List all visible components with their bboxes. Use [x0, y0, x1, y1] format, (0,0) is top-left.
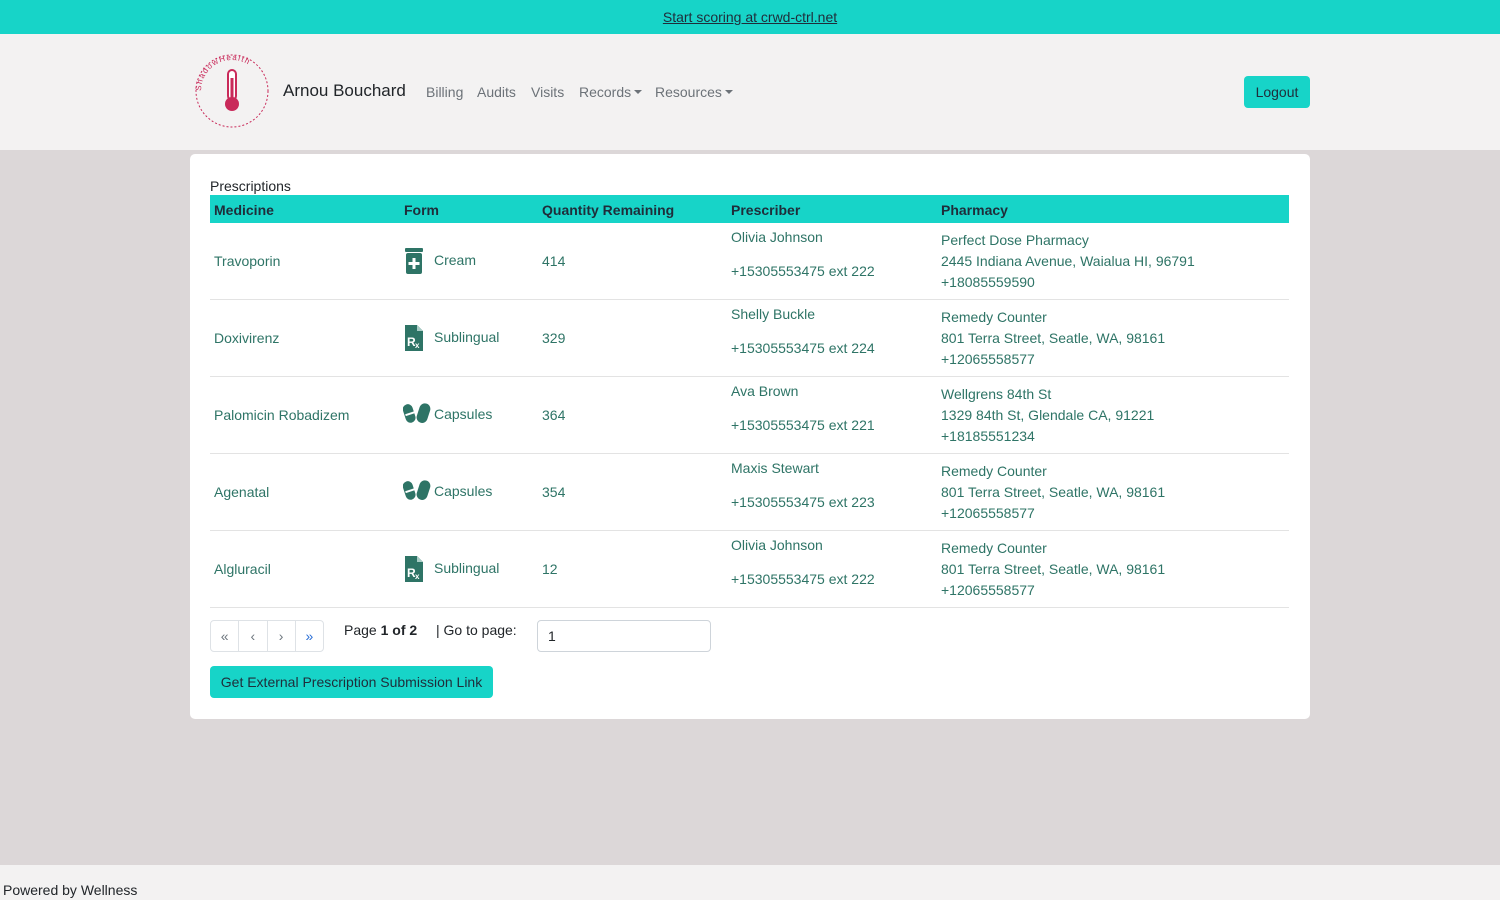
pharmacy-phone[interactable]: +12065558577: [941, 351, 1035, 367]
prescriber-phone[interactable]: +15305553475 ext 221: [731, 417, 875, 433]
prescriber-phone[interactable]: +15305553475 ext 224: [731, 340, 875, 356]
shadow-health-logo[interactable]: ShadowHealth: [193, 52, 271, 130]
cream-tube-icon: [403, 248, 425, 274]
pharmacy-phone[interactable]: +12065558577: [941, 582, 1035, 598]
nav-billing[interactable]: Billing: [426, 84, 463, 100]
medicine-name[interactable]: Doxivirenz: [214, 330, 279, 346]
pharmacy-address: 801 Terra Street, Seatle, WA, 98161: [941, 561, 1166, 577]
pharmacy-name[interactable]: Wellgrens 84th St: [941, 386, 1051, 402]
pharmacy-address: 801 Terra Street, Seatle, WA, 98161: [941, 330, 1166, 346]
prescriber-name[interactable]: Ava Brown: [731, 383, 798, 399]
svg-text:x: x: [415, 341, 420, 350]
medicine-name[interactable]: Travoporin: [214, 253, 280, 269]
pharmacy-address: 801 Terra Street, Seatle, WA, 98161: [941, 484, 1166, 500]
form-label: Capsules: [434, 406, 493, 422]
prescriber-phone[interactable]: +15305553475 ext 222: [731, 571, 875, 587]
nav-records-dropdown[interactable]: Records: [579, 84, 643, 100]
caret-down-icon: [634, 90, 643, 95]
section-title: Prescriptions: [210, 178, 291, 194]
table-row: Agenatal Capsules 354 Maxis Stewart +1530555…: [210, 454, 1289, 531]
nav-resources-label: Resources: [655, 84, 722, 100]
caret-down-icon: [724, 90, 733, 95]
goto-page-input[interactable]: [537, 620, 711, 652]
prev-page-button[interactable]: ‹: [239, 621, 268, 651]
quantity-remaining: 414: [542, 253, 566, 269]
capsules-icon: [402, 402, 431, 428]
table-row: Palomicin Robadizem Capsules 364 Ava Brown +…: [210, 377, 1289, 454]
last-page-button[interactable]: »: [296, 621, 323, 651]
pharmacy-address: 1329 84th St, Glendale CA, 91221: [941, 407, 1155, 423]
brand-name[interactable]: Arnou Bouchard: [283, 81, 406, 101]
navbar: ShadowHealth Arnou Bouchard Billing Audi…: [0, 34, 1500, 150]
pharmacy-phone[interactable]: +18185551234: [941, 428, 1035, 444]
logout-button[interactable]: Logout: [1244, 76, 1310, 108]
medicine-name[interactable]: Palomicin Robadizem: [214, 407, 349, 423]
medicine-name[interactable]: Algluracil: [214, 561, 271, 577]
form-label: Capsules: [434, 483, 493, 499]
prescription-file-icon: Rx: [403, 556, 425, 582]
external-prescription-link-button[interactable]: Get External Prescription Submission Lin…: [210, 666, 493, 698]
header-form: Form: [404, 202, 439, 218]
header-pharmacy: Pharmacy: [941, 202, 1008, 218]
next-page-button[interactable]: ›: [268, 621, 296, 651]
first-page-button[interactable]: «: [211, 621, 240, 651]
header-prescriber: Prescriber: [731, 202, 801, 218]
prescriber-phone[interactable]: +15305553475 ext 223: [731, 494, 875, 510]
pagination: « ‹ › »: [210, 620, 324, 652]
prescriber-phone[interactable]: +15305553475 ext 222: [731, 263, 875, 279]
form-label: Sublingual: [434, 560, 500, 576]
table-row: Algluracil Rx Sublingual 12 Olivia Johnson +1…: [210, 531, 1289, 608]
page-indicator: Page 1 of 2: [344, 622, 417, 638]
pharmacy-name[interactable]: Perfect Dose Pharmacy: [941, 232, 1089, 248]
footer-text: Powered by Wellness: [3, 882, 138, 898]
header-quantity: Quantity Remaining: [542, 202, 675, 218]
pharmacy-name[interactable]: Remedy Counter: [941, 309, 1047, 325]
page-prefix: Page: [344, 622, 381, 638]
table-row: Travoporin Cream 414 Olivia Johnson +1530555…: [210, 223, 1289, 300]
pharmacy-name[interactable]: Remedy Counter: [941, 463, 1047, 479]
prescriber-name[interactable]: Olivia Johnson: [731, 229, 823, 245]
pharmacy-address: 2445 Indiana Avenue, Waialua HI, 96791: [941, 253, 1195, 269]
form-label: Cream: [434, 252, 477, 268]
medicine-name[interactable]: Agenatal: [214, 484, 269, 500]
nav-records-label: Records: [579, 84, 632, 100]
nav-visits[interactable]: Visits: [531, 84, 564, 100]
prescriber-name[interactable]: Maxis Stewart: [731, 460, 819, 476]
svg-text:x: x: [415, 572, 420, 581]
nav-resources-dropdown[interactable]: Resources: [655, 84, 733, 100]
prescriber-name[interactable]: Olivia Johnson: [731, 537, 823, 553]
prescriptions-card: Prescriptions Medicine Form Quantity Rem…: [190, 154, 1310, 719]
capsules-icon: [402, 479, 431, 505]
quantity-remaining: 354: [542, 484, 566, 500]
quantity-remaining: 329: [542, 330, 566, 346]
table-row: Doxivirenz Rx Sublingual 329 Shelly Buckle +1…: [210, 300, 1289, 377]
footer: Powered by Wellness: [0, 865, 1500, 900]
header-medicine: Medicine: [214, 202, 274, 218]
prescriber-name[interactable]: Shelly Buckle: [731, 306, 815, 322]
table-header: Medicine Form Quantity Remaining Prescri…: [210, 195, 1289, 223]
page-of: 1 of 2: [380, 622, 418, 638]
top-banner: Start scoring at crwd-ctrl.net: [0, 0, 1500, 34]
nav-audits[interactable]: Audits: [477, 84, 516, 100]
quantity-remaining: 12: [542, 561, 558, 577]
goto-label: | Go to page:: [436, 622, 517, 638]
form-label: Sublingual: [434, 329, 500, 345]
banner-link[interactable]: Start scoring at crwd-ctrl.net: [663, 9, 837, 25]
quantity-remaining: 364: [542, 407, 566, 423]
svg-text:ShadowHealth: ShadowHealth: [194, 53, 252, 91]
prescription-file-icon: Rx: [403, 325, 425, 351]
pharmacy-phone[interactable]: +12065558577: [941, 505, 1035, 521]
pharmacy-name[interactable]: Remedy Counter: [941, 540, 1047, 556]
pharmacy-phone[interactable]: +18085559590: [941, 274, 1035, 290]
